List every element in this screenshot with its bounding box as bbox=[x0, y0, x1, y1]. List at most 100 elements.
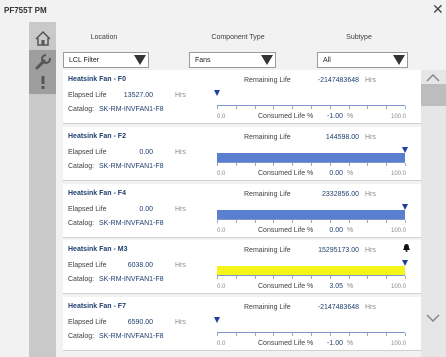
scale-tick bbox=[235, 220, 237, 223]
close-icon[interactable]: ✕ bbox=[432, 2, 444, 16]
consumed-life-label: Consumed Life % bbox=[258, 227, 314, 234]
scroll-up-icon[interactable] bbox=[426, 74, 440, 82]
scale-tick bbox=[405, 106, 406, 109]
scale-tick bbox=[254, 163, 256, 166]
scale-tick bbox=[405, 163, 406, 166]
scale-tick bbox=[292, 220, 294, 223]
consumed-life-value: 3.05 bbox=[329, 283, 343, 290]
scale-tick bbox=[367, 106, 369, 109]
level-marker-icon bbox=[402, 147, 408, 153]
subtype-select[interactable]: All bbox=[317, 52, 408, 68]
component-name: Heatsink Fan - F2 bbox=[68, 133, 126, 140]
catalog-value: SK-RM-INVFAN1-F8 bbox=[99, 163, 164, 170]
elapsed-life-value: 6038.00 bbox=[127, 262, 153, 269]
consumed-life-label: Consumed Life % bbox=[258, 340, 314, 347]
scale-tick bbox=[235, 163, 237, 166]
elapsed-hrs-unit: Hrs bbox=[175, 149, 186, 156]
remaining-life-value: 2332856.00 bbox=[322, 191, 359, 198]
catalog-value: SK-RM-INVFAN1-F8 bbox=[99, 276, 164, 283]
scale-tick bbox=[273, 106, 275, 109]
scale-tick bbox=[217, 333, 218, 336]
scale-tick bbox=[235, 333, 237, 336]
scale-max: 100.0 bbox=[391, 171, 407, 177]
scale-tick bbox=[386, 220, 388, 223]
main-panel: Location LCL Filter Component Type Fans … bbox=[56, 22, 421, 357]
scale-min: 0.0 bbox=[217, 171, 226, 177]
chevron-down-icon bbox=[393, 55, 405, 65]
scale-min: 0.0 bbox=[217, 341, 226, 347]
scale-tick bbox=[235, 276, 237, 279]
scroll-down-icon[interactable] bbox=[426, 314, 440, 322]
elapsed-life-label: Elapsed Life bbox=[68, 92, 107, 99]
scale-tick bbox=[311, 333, 312, 336]
location-select[interactable]: LCL Filter bbox=[63, 52, 149, 68]
window-title: PF755T PM bbox=[4, 6, 47, 15]
scale-tick bbox=[217, 163, 218, 166]
scale-tick bbox=[367, 333, 369, 336]
catalog-value: SK-RM-INVFAN1-F8 bbox=[99, 220, 164, 227]
percent-unit: % bbox=[347, 340, 354, 347]
scale-tick bbox=[292, 333, 294, 336]
scale-tick bbox=[254, 276, 256, 279]
component-name: Heatsink Fan - F0 bbox=[68, 76, 126, 83]
scale-max: 100.0 bbox=[391, 284, 407, 290]
component-type-select[interactable]: Fans bbox=[189, 52, 276, 68]
elapsed-hrs-unit: Hrs bbox=[175, 319, 186, 326]
component-type-value: Fans bbox=[195, 57, 211, 64]
location-value: LCL Filter bbox=[69, 57, 100, 64]
percent-unit: % bbox=[347, 283, 354, 290]
alerts-button[interactable] bbox=[29, 70, 56, 94]
scale-tick bbox=[292, 163, 294, 166]
scale-tick bbox=[273, 333, 275, 336]
elapsed-life-value: 0.00 bbox=[139, 206, 153, 213]
component-name: Heatsink Fan - M3 bbox=[68, 246, 128, 253]
percent-unit: % bbox=[347, 113, 354, 120]
component-item[interactable]: Heatsink Fan - F7 Elapsed Life 6590.00 Hrs C… bbox=[63, 297, 421, 351]
consumed-life-bar bbox=[217, 204, 408, 223]
remaining-life-label: Remaining Life bbox=[244, 77, 291, 84]
component-name: Heatsink Fan - F4 bbox=[68, 190, 126, 197]
scale-tick bbox=[348, 106, 350, 109]
scale-tick bbox=[348, 276, 350, 279]
remaining-life-label: Remaining Life bbox=[244, 134, 291, 141]
scale-tick bbox=[292, 276, 294, 279]
component-item[interactable]: Heatsink Fan - F4 Elapsed Life 0.00 Hrs Cata… bbox=[63, 184, 421, 238]
remaining-hrs-unit: Hrs bbox=[365, 77, 376, 84]
consumed-life-bar bbox=[217, 260, 408, 279]
remaining-life-value: 15295173.00 bbox=[318, 247, 359, 254]
scale-tick bbox=[273, 220, 275, 223]
remaining-life-label: Remaining Life bbox=[244, 191, 291, 198]
scale-tick bbox=[405, 220, 406, 223]
scale-tick bbox=[348, 333, 350, 336]
scale-tick bbox=[367, 163, 369, 166]
consumed-life-label: Consumed Life % bbox=[258, 113, 314, 120]
elapsed-hrs-unit: Hrs bbox=[175, 206, 186, 213]
scale-tick bbox=[348, 220, 350, 223]
scale-tick bbox=[311, 106, 312, 109]
scale-tick bbox=[348, 163, 350, 166]
home-button[interactable] bbox=[29, 26, 56, 50]
scale-tick bbox=[254, 220, 256, 223]
level-marker-icon bbox=[214, 90, 220, 96]
consumed-life-label: Consumed Life % bbox=[258, 170, 314, 177]
catalog-value: SK-RM-INVFAN1-F8 bbox=[99, 333, 164, 340]
scale-min: 0.0 bbox=[217, 228, 226, 234]
remaining-hrs-unit: Hrs bbox=[365, 191, 376, 198]
scale-max: 100.0 bbox=[391, 341, 407, 347]
wrench-icon bbox=[35, 54, 51, 70]
remaining-hrs-unit: Hrs bbox=[365, 304, 376, 311]
component-item[interactable]: Heatsink Fan - M3 Elapsed Life 6038.00 Hrs C… bbox=[63, 240, 421, 294]
consumed-life-value: -1.00 bbox=[327, 340, 343, 347]
title-bar: PF755T PM ✕ bbox=[0, 0, 446, 22]
elapsed-life-value: 6590.00 bbox=[127, 319, 153, 326]
component-item[interactable]: Heatsink Fan - F0 Elapsed Life 13527.00 Hrs… bbox=[63, 70, 421, 124]
vertical-scrollbar[interactable] bbox=[421, 70, 446, 357]
level-marker-icon bbox=[214, 317, 220, 323]
scale-tick bbox=[273, 163, 275, 166]
scrollbar-thumb[interactable] bbox=[421, 84, 446, 106]
catalog-label: Catalog: bbox=[68, 276, 95, 283]
elapsed-hrs-unit: Hrs bbox=[175, 92, 186, 99]
remaining-hrs-unit: Hrs bbox=[365, 247, 376, 254]
subtype-label: Subtype bbox=[346, 34, 372, 41]
component-item[interactable]: Heatsink Fan - F2 Elapsed Life 0.00 Hrs Cata… bbox=[63, 127, 421, 181]
